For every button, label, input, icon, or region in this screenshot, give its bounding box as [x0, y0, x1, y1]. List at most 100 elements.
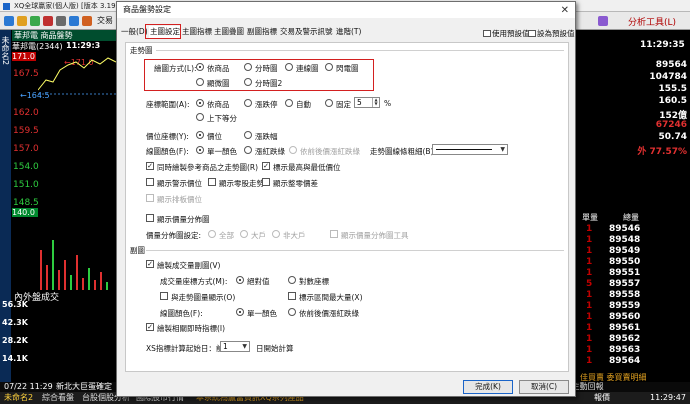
- toolbar-icon-1[interactable]: [4, 16, 14, 26]
- draw-mode-option: 分時圖: [255, 64, 278, 73]
- coord-radio-limit[interactable]: [244, 99, 252, 107]
- coord-option: 上下等分: [207, 114, 237, 123]
- whole-price-checkbox[interactable]: [262, 178, 270, 186]
- analysis-icon[interactable]: [598, 16, 608, 26]
- draw-mode-option: 閃電圖: [336, 64, 359, 73]
- interval-max-checkbox[interactable]: [288, 292, 296, 300]
- price-pos-radio-price[interactable]: [196, 131, 204, 139]
- chevron-down-icon: ▼: [242, 343, 247, 350]
- bottom-quote-label[interactable]: 報價: [594, 392, 610, 404]
- bar-color-option: 單一顏色: [247, 309, 277, 318]
- price-dist-radio-nonbig[interactable]: [272, 230, 280, 238]
- set-preset-label: 設為預設值: [537, 29, 575, 38]
- analysis-tools-menu[interactable]: 分析工具(L): [628, 15, 676, 28]
- fixed-percent-stepper[interactable]: 5 ▲ ▼: [354, 97, 380, 108]
- draw-mode-radio-by-product[interactable]: [196, 63, 204, 71]
- alert-price-checkbox[interactable]: [146, 178, 154, 186]
- line-color-radio-prevnext[interactable]: [289, 146, 297, 154]
- set-preset-link[interactable]: 設為預設值: [528, 28, 575, 39]
- toolbar-icon-2[interactable]: [17, 16, 27, 26]
- tab-trade-signal[interactable]: 交易及警示訊號: [280, 26, 333, 38]
- volume-sub-label: 繪製成交量副圖(V): [157, 261, 221, 270]
- close-icon[interactable]: ✕: [561, 3, 569, 19]
- line-color-radio-redgreen[interactable]: [244, 146, 252, 154]
- tick-total: 89551: [609, 268, 641, 278]
- ok-button[interactable]: 完成(K): [463, 380, 513, 394]
- price-label: 159.5: [13, 126, 39, 136]
- tab-general[interactable]: 一般(D): [121, 26, 148, 38]
- coord-radio-fixed[interactable]: [325, 99, 333, 107]
- section-divider: [146, 250, 564, 251]
- section-main-chart: 走勢圖: [130, 46, 153, 55]
- toolbar-icon-7[interactable]: [82, 16, 92, 26]
- trend-width-label: 走勢圖線條粗細(B): [370, 147, 434, 156]
- vertical-tab-label[interactable]: 未命名2: [0, 30, 11, 382]
- bar-color-radio-single[interactable]: [236, 308, 244, 316]
- bar-color-radio-prevnext[interactable]: [288, 308, 296, 316]
- related-index-label: 繪製相關即時指標(I): [157, 324, 226, 333]
- toolbar-trade-menu[interactable]: 交易: [97, 15, 113, 26]
- tick-qty: 1: [586, 345, 593, 355]
- price-pos-label: 價位座標(Y):: [146, 132, 189, 141]
- volume-label: 56.3K: [2, 300, 28, 309]
- line-color-radio-single[interactable]: [196, 146, 204, 154]
- draw-mode-radio-time[interactable]: [244, 63, 252, 71]
- volume-label: 28.2K: [2, 336, 28, 345]
- use-preset-link[interactable]: 使用預設值: [483, 28, 530, 39]
- vol-coord-radio-abs[interactable]: [236, 276, 244, 284]
- left-time: 11:29:3: [66, 41, 101, 50]
- vol-coord-radio-log[interactable]: [288, 276, 296, 284]
- high-low-checkbox[interactable]: ✓: [262, 162, 270, 170]
- quote-value: 89564: [655, 60, 687, 70]
- tab-advanced[interactable]: 進階(T): [336, 26, 361, 38]
- use-preset-icon: [483, 30, 491, 37]
- bottom-tab[interactable]: 未命名2: [4, 392, 33, 404]
- zero-axis-checkbox[interactable]: [208, 178, 216, 186]
- draw-mode-radio-line[interactable]: [285, 63, 293, 71]
- section-sub-chart: 副圖: [130, 246, 145, 255]
- tick-price-checkbox[interactable]: [146, 194, 154, 202]
- settings-dialog: 商品盤勢設定 ✕ 一般(D) 主圖設定 主圖指標 主圖疊圖 副圖指標 交易及警示…: [116, 1, 576, 397]
- toolbar-icon-5[interactable]: [56, 16, 66, 26]
- trend-width-dropdown[interactable]: ▼: [432, 144, 508, 155]
- price-line-chart: [38, 57, 118, 95]
- tab-sub-indicator[interactable]: 副圖指標: [247, 26, 277, 38]
- price-label: 148.5: [13, 198, 39, 208]
- tick-total: 89546: [609, 224, 641, 234]
- volume-sub-checkbox[interactable]: ✓: [146, 260, 154, 268]
- bottom-tab[interactable]: 綜合看盤: [42, 392, 74, 404]
- tab-content-panel: 走勢圖 繪圖方式(L): 依商品 分時圖 連線圖 閃電圖 顯微圖 分時圖2 座標…: [125, 42, 569, 372]
- volume-label: 42.3K: [2, 318, 28, 327]
- draw-mode-radio-lightning[interactable]: [325, 63, 333, 71]
- tab-main-overlay[interactable]: 主圖疊圖: [214, 26, 244, 38]
- tick-qty: 1: [586, 323, 593, 333]
- draw-mode-radio-time2[interactable]: [244, 78, 252, 86]
- coord-radio-equal[interactable]: [196, 113, 204, 121]
- toolbar-icon-4[interactable]: [43, 16, 53, 26]
- tick-qty: 1: [586, 312, 593, 322]
- ref-line-checkbox[interactable]: ✓: [146, 162, 154, 170]
- stepper-arrows-icon[interactable]: ▲ ▼: [372, 98, 379, 107]
- tick-total: 89564: [609, 356, 641, 366]
- line-sample: [436, 149, 492, 150]
- quote-value: 外 77.57%: [637, 147, 687, 157]
- toolbar-icon-6[interactable]: [69, 16, 79, 26]
- price-label-high: 171.0: [12, 52, 36, 61]
- price-dist-tool-checkbox[interactable]: [330, 230, 338, 238]
- coord-radio-by-product[interactable]: [196, 99, 204, 107]
- xs-start-dropdown[interactable]: 1 ▼: [220, 341, 250, 352]
- price-dist-label: 顯示價量分佈圖: [157, 215, 210, 224]
- price-dist-radio-all[interactable]: [208, 230, 216, 238]
- price-pos-radio-pct[interactable]: [244, 131, 252, 139]
- price-dist-radio-big[interactable]: [240, 230, 248, 238]
- table-header-single: 單量: [582, 213, 598, 222]
- coord-radio-auto[interactable]: [285, 99, 293, 107]
- price-dist-checkbox[interactable]: [146, 214, 154, 222]
- cancel-button[interactable]: 取消(C): [519, 380, 569, 394]
- draw-mode-radio-micro[interactable]: [196, 78, 204, 86]
- price-label: 162.0: [13, 108, 39, 118]
- related-index-checkbox[interactable]: ✓: [146, 323, 154, 331]
- same-as-main-checkbox[interactable]: [160, 292, 168, 300]
- toolbar-icon-3[interactable]: [30, 16, 40, 26]
- tab-main-indicator[interactable]: 主圖指標: [182, 26, 212, 38]
